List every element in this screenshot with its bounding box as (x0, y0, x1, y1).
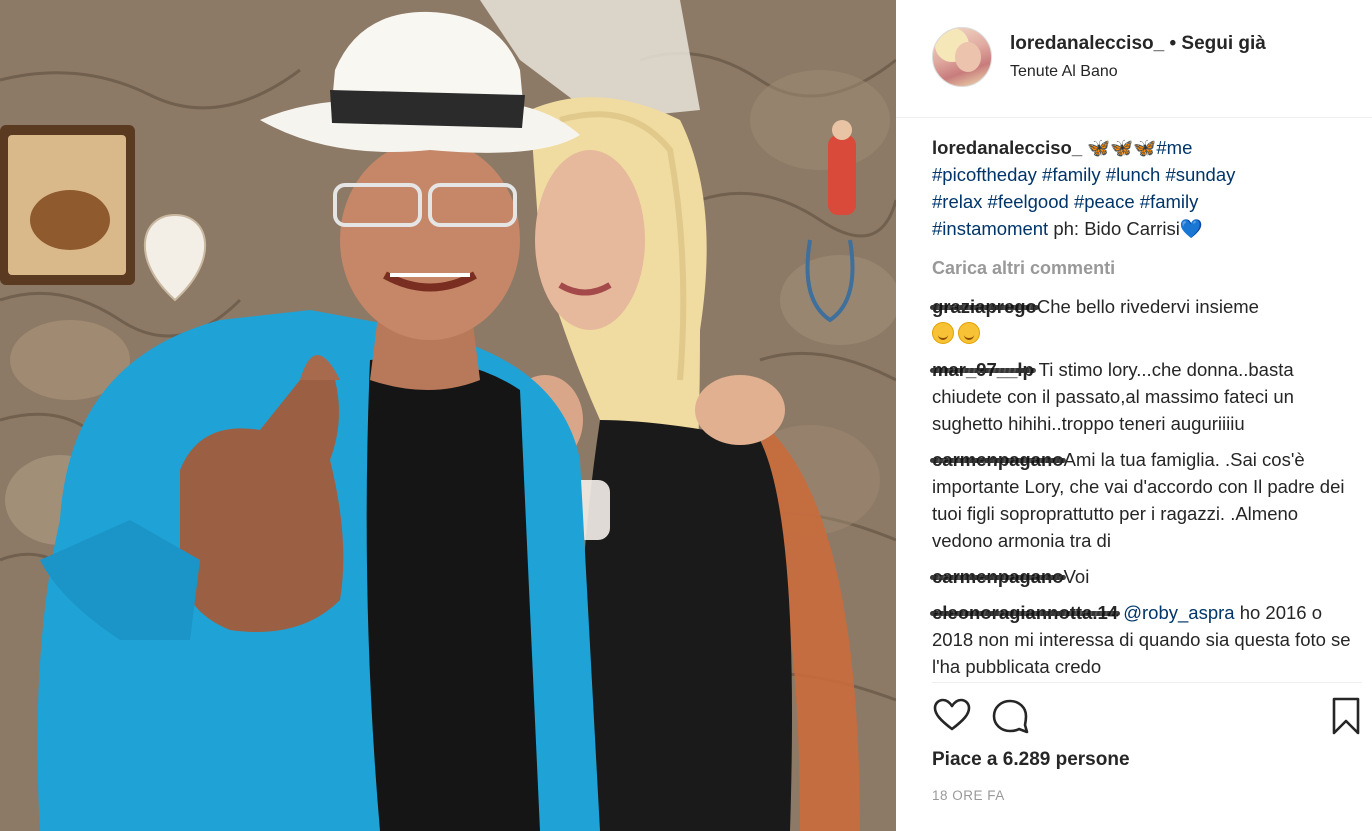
header-username-row: loredanalecciso_ • Segui già (1010, 33, 1266, 55)
comment-username[interactable]: carmenpagano (930, 446, 1066, 473)
bookmark-icon[interactable] (1326, 696, 1366, 736)
comment-username[interactable]: eleonoragiannotta.14 (929, 599, 1121, 626)
comment-mention[interactable]: @roby_aspra (1123, 602, 1234, 623)
avatar[interactable] (932, 27, 992, 87)
comment-item: eleonoragiannotta.14 @roby_aspra ho 2016… (929, 599, 1362, 680)
post-timestamp[interactable]: 18 ORE FA (932, 788, 1005, 803)
post-header: loredanalecciso_ • Segui già Tenute Al B… (896, 0, 1372, 118)
comment-item: mar_97__lp Ti stimo lory...che donna..ba… (930, 356, 1362, 437)
likes-count[interactable]: Piace a 6.289 persone (932, 749, 1130, 771)
comment-text: Voi (1063, 566, 1090, 587)
comment-username[interactable]: graziaprego (930, 293, 1039, 320)
hugging-face-emoji (932, 322, 954, 344)
header-username[interactable]: loredanalecciso_ (1010, 33, 1164, 54)
comment-item: carmenpaganoVoi (930, 563, 1362, 590)
comment-item: graziapregoChe bello rivedervi insieme (930, 293, 1362, 347)
comments-section: loredanalecciso_ 🦋🦋🦋#me #picoftheday #fa… (929, 134, 1362, 689)
photo-credit: ph: Bido Carrisi (1053, 218, 1180, 239)
comment-username[interactable]: mar_97__lp (930, 356, 1036, 383)
load-more-comments-button[interactable]: Carica altri commenti (932, 255, 1362, 282)
blue-heart-emoji: 💙 (1179, 218, 1203, 239)
photo-illustration (0, 0, 896, 831)
follow-status[interactable]: • Segui già (1169, 33, 1265, 54)
comment-item: carmenpaganoAmi la tua famiglia. .Sai co… (930, 446, 1362, 554)
post-photo[interactable] (0, 0, 896, 831)
heart-outline-icon[interactable] (932, 696, 972, 736)
hashtag-line-2[interactable]: #picoftheday #family #lunch #sunday (932, 164, 1235, 185)
comment-username[interactable]: carmenpagano (930, 563, 1066, 590)
speech-bubble-icon[interactable] (990, 696, 1030, 736)
butterfly-emoji: 🦋🦋🦋 (1087, 137, 1157, 158)
comment-text: Che bello rivedervi insieme (1036, 296, 1259, 317)
hashtag-line-1[interactable]: #me (1156, 137, 1192, 158)
caption: loredanalecciso_ 🦋🦋🦋#me #picoftheday #fa… (932, 134, 1362, 242)
hashtag-line-3[interactable]: #relax #feelgood #peace #family (932, 191, 1198, 212)
hugging-face-emoji (958, 322, 980, 344)
location-link[interactable]: Tenute Al Bano (1010, 63, 1118, 81)
post-actions (932, 696, 1362, 738)
hashtag-line-4[interactable]: #instamoment (932, 218, 1048, 239)
caption-username[interactable]: loredanalecciso_ (932, 137, 1082, 158)
actions-divider (932, 682, 1362, 683)
post-side-panel: loredanalecciso_ • Segui già Tenute Al B… (896, 0, 1372, 831)
